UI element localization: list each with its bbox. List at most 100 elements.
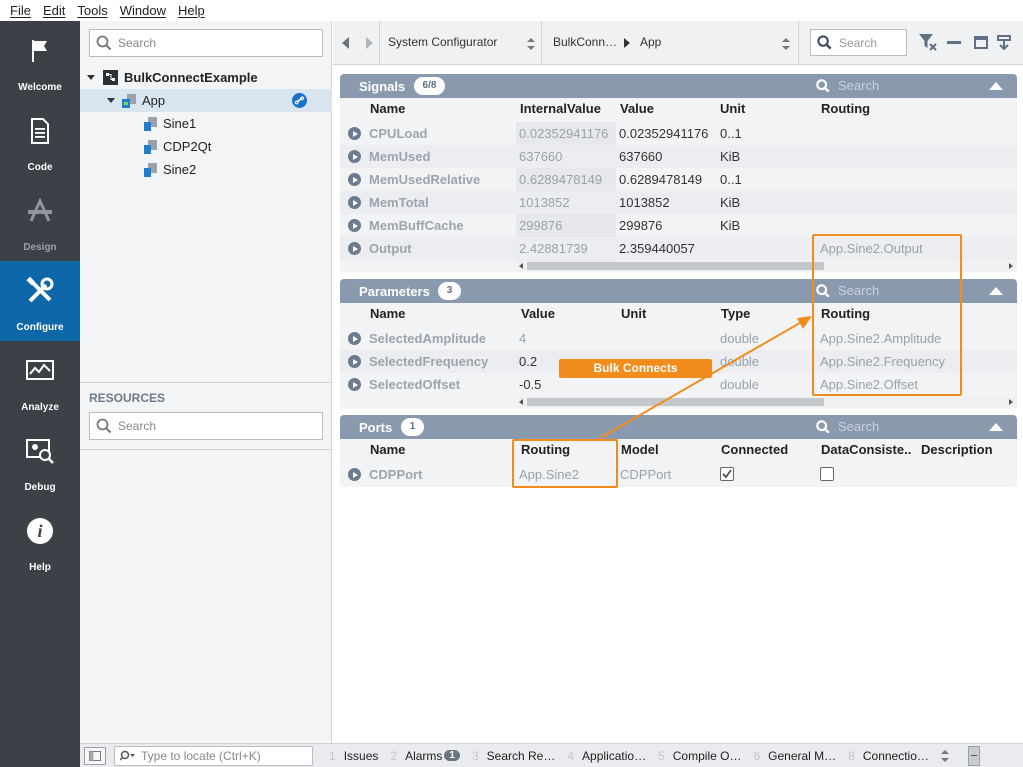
value[interactable]: 0.6289478149 xyxy=(619,172,702,187)
menu-tools[interactable]: Tools xyxy=(77,3,107,18)
menu-window[interactable]: Window xyxy=(120,3,166,18)
table-row[interactable]: MemTotal 1013852 1013852 KiB xyxy=(340,191,1017,214)
output-tab-connections[interactable]: 8 Connectio… xyxy=(842,749,929,763)
maximize-icon[interactable] xyxy=(974,36,988,49)
tree-item-cdp2qt[interactable]: CDP2Qt xyxy=(80,135,332,158)
signals-search-input[interactable]: Search xyxy=(816,78,879,93)
chevron-down-icon[interactable] xyxy=(87,75,95,80)
scroll-left-icon[interactable] xyxy=(519,263,523,269)
mode-code[interactable]: Code xyxy=(0,101,80,181)
sidebar-toggle-button[interactable] xyxy=(84,746,106,765)
menu-file[interactable]: File xyxy=(10,3,31,18)
panel-minimize-button[interactable] xyxy=(967,745,980,766)
view-selector[interactable]: System Configurator xyxy=(388,35,497,49)
breadcrumb-current[interactable]: App xyxy=(640,35,661,49)
value[interactable]: 299876 xyxy=(619,218,662,233)
pin-icon[interactable] xyxy=(997,35,1011,50)
resources-search-input[interactable]: Search xyxy=(89,412,323,440)
column-header[interactable]: Name xyxy=(370,306,405,321)
collapse-icon[interactable] xyxy=(989,423,1003,431)
collapse-icon[interactable] xyxy=(989,287,1003,295)
menu-edit[interactable]: Edit xyxy=(43,3,65,18)
minimize-icon[interactable] xyxy=(947,41,961,45)
column-header[interactable]: Type xyxy=(721,306,750,321)
tree-item-sine2[interactable]: Sine2 xyxy=(80,158,332,181)
column-header[interactable]: Model xyxy=(621,442,659,457)
value[interactable]: 4 xyxy=(519,331,526,346)
mode-welcome[interactable]: Welcome xyxy=(0,21,80,101)
column-header[interactable]: Routing xyxy=(821,306,870,321)
locator-input[interactable]: Type to locate (Ctrl+K) xyxy=(114,745,313,766)
expand-icon[interactable] xyxy=(348,150,361,163)
output-tab-alarms[interactable]: 2 Alarms 1 xyxy=(384,749,460,763)
navigator-search-input[interactable]: Search xyxy=(89,29,323,57)
mode-configure[interactable]: Configure xyxy=(0,261,80,341)
expand-icon[interactable] xyxy=(348,127,361,140)
mode-analyze[interactable]: Analyze xyxy=(0,341,80,421)
expand-icon[interactable] xyxy=(348,468,361,481)
expand-icon[interactable] xyxy=(348,378,361,391)
value[interactable]: 0.02352941176 xyxy=(619,126,708,141)
menu-help[interactable]: Help xyxy=(178,3,205,18)
routing[interactable]: App.Sine2 xyxy=(519,467,579,482)
expand-icon[interactable] xyxy=(348,196,361,209)
updown-icon[interactable] xyxy=(782,38,790,50)
column-header[interactable]: Name xyxy=(370,442,405,457)
updown-icon[interactable] xyxy=(527,38,535,50)
output-tab-compile[interactable]: 5 Compile O… xyxy=(652,749,741,763)
table-row[interactable]: Output 2.42881739 2.359440057 App.Sine2.… xyxy=(340,237,1017,260)
ports-search-input[interactable]: Search xyxy=(816,419,879,434)
routing[interactable]: App.Sine2.Amplitude xyxy=(820,331,941,346)
scroll-left-icon[interactable] xyxy=(519,399,523,405)
filter-icon[interactable] xyxy=(919,34,937,51)
collapse-icon[interactable] xyxy=(989,82,1003,90)
tree-item-root[interactable]: BulkConnectExample xyxy=(80,66,332,89)
table-row[interactable]: MemUsed 637660 637660 KiB xyxy=(340,145,1017,168)
table-row[interactable]: CPULoad 0.02352941176 0.02352941176 0..1 xyxy=(340,122,1017,145)
column-header[interactable]: Connected xyxy=(721,442,788,457)
ports-header[interactable]: Ports 1 Search xyxy=(340,415,1017,439)
value[interactable]: 637660 xyxy=(619,149,662,164)
toolbar-search-input[interactable]: Search xyxy=(810,29,907,56)
chevron-down-icon[interactable] xyxy=(107,98,115,103)
value[interactable]: 1013852 xyxy=(619,195,670,210)
column-header[interactable]: Value xyxy=(521,306,555,321)
link-icon[interactable] xyxy=(292,93,307,108)
signals-header[interactable]: Signals 6/8 Search xyxy=(340,74,1017,98)
column-header[interactable]: InternalValue xyxy=(520,101,601,116)
table-row[interactable]: MemUsedRelative 0.6289478149 0.628947814… xyxy=(340,168,1017,191)
output-tab-application[interactable]: 4 Applicatio… xyxy=(561,749,646,763)
routing[interactable]: App.Sine2.Frequency xyxy=(820,354,945,369)
expand-icon[interactable] xyxy=(348,219,361,232)
scroll-thumb[interactable] xyxy=(527,262,824,270)
column-header[interactable]: Description xyxy=(921,442,993,457)
output-tab-general-messages[interactable]: 6 General M… xyxy=(747,749,836,763)
horizontal-scrollbar[interactable] xyxy=(516,261,1017,271)
value[interactable]: 0.2 xyxy=(519,354,537,369)
column-header[interactable]: DataConsiste.. xyxy=(821,442,911,457)
value[interactable]: 2.359440057 xyxy=(619,241,695,256)
column-header[interactable]: Unit xyxy=(720,101,745,116)
scroll-thumb[interactable] xyxy=(527,398,824,406)
output-tab-search-results[interactable]: 3 Search Re… xyxy=(466,749,555,763)
parameters-search-input[interactable]: Search xyxy=(816,283,879,298)
column-header[interactable]: Value xyxy=(620,101,654,116)
table-row[interactable]: CDPPort App.Sine2 CDPPort xyxy=(340,463,1017,486)
connected-checkbox[interactable] xyxy=(720,467,734,481)
expand-icon[interactable] xyxy=(348,332,361,345)
expand-icon[interactable] xyxy=(348,355,361,368)
horizontal-scrollbar[interactable] xyxy=(516,397,1017,407)
mode-design[interactable]: Design xyxy=(0,181,80,261)
routing[interactable]: App.Sine2.Offset xyxy=(820,377,918,392)
back-arrow-icon[interactable] xyxy=(342,37,350,49)
output-tab-issues[interactable]: 1 Issues xyxy=(323,749,378,763)
column-header[interactable]: Routing xyxy=(521,442,570,457)
tree-item-app[interactable]: App xyxy=(80,89,332,112)
scroll-right-icon[interactable] xyxy=(1009,263,1013,269)
table-row[interactable]: MemBuffCache 299876 299876 KiB xyxy=(340,214,1017,237)
updown-icon[interactable] xyxy=(940,749,949,762)
mode-debug[interactable]: Debug xyxy=(0,421,80,501)
breadcrumb-parent[interactable]: BulkConn… xyxy=(553,35,617,49)
mode-help[interactable]: i Help xyxy=(0,501,80,581)
routing[interactable]: App.Sine2.Output xyxy=(820,241,923,256)
